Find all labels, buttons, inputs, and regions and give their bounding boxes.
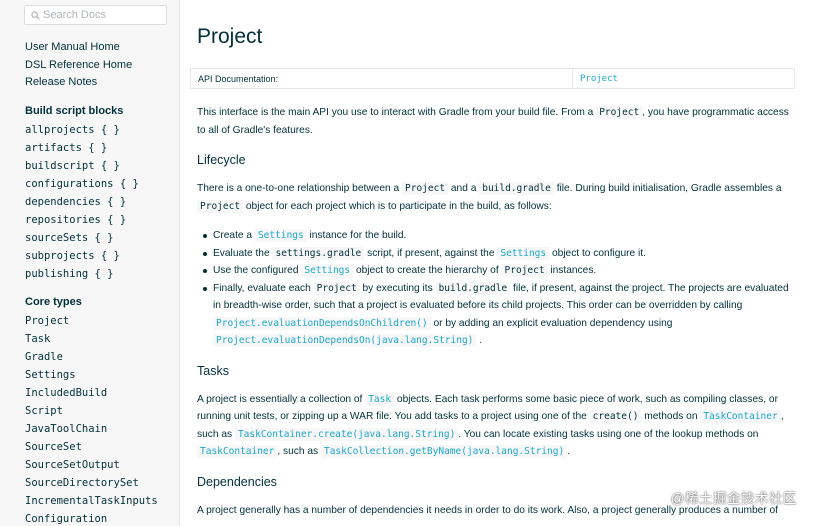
lifecycle-heading: Lifecycle [197,153,246,167]
api-doc-label: API Documentation: [190,68,573,89]
search-input[interactable] [43,7,163,23]
list-item: Use the configured Settings object to cr… [203,262,798,280]
text: file. During build initialisation, Gradl… [553,183,782,194]
sidebar-item-task[interactable]: Task [25,330,167,348]
task-container-link[interactable]: TaskContainer [700,410,781,423]
text: , such as [277,446,321,457]
page-title: Project [197,25,263,48]
task-link[interactable]: Task [365,392,395,406]
inline-code: Project [313,281,360,295]
sidebar-item-script[interactable]: Script [25,402,167,420]
lifecycle-paragraph: There is a one-to-one relationship betwe… [197,180,798,215]
inline-code: Project [197,199,244,213]
lifecycle-list: Create a Settings instance for the build… [203,227,798,350]
intro-paragraph: This interface is the main API you use t… [197,104,798,139]
tasks-heading: Tasks [197,363,229,378]
text: This interface is the main API you use t… [197,107,597,118]
inline-code: settings.gradle [272,246,365,260]
sidebar: User Manual Home DSL Reference Home Rele… [0,0,180,526]
text: script, if present, against the [364,247,498,259]
build-blocks-heading: Build script blocks [25,104,124,117]
list-item: Finally, evaluate each Project by execut… [203,280,798,350]
text: . [476,335,483,346]
nav-user-manual-home[interactable]: User Manual Home [25,39,167,57]
sidebar-item-includedbuild[interactable]: IncludedBuild [25,384,167,402]
text: A project is essentially a collection of [197,393,366,405]
text: Create a [213,230,255,241]
inline-code: create() [589,410,642,423]
core-types-list: Project Task Gradle Settings IncludedBui… [25,312,167,526]
settings-link[interactable]: Settings [497,246,550,260]
evaluation-depends-on-link[interactable]: Project.evaluationDependsOn(java.lang.St… [213,334,477,347]
sidebar-item-repositories[interactable]: repositories { } [25,211,167,229]
sidebar-item-artifacts[interactable]: artifacts { } [25,139,167,157]
main-content: Project API Documentation: Project This … [190,0,800,526]
sidebar-item-project[interactable]: Project [25,312,167,330]
sidebar-item-buildscript[interactable]: buildscript { } [25,157,167,175]
sidebar-item-dependencies[interactable]: dependencies { } [25,193,167,211]
text: and a [448,183,480,194]
task-container-create-link[interactable]: TaskContainer.create(java.lang.String) [234,427,459,441]
sidebar-item-allprojects[interactable]: allprojects { } [25,121,167,139]
evaluation-depends-on-children-link[interactable]: Project.evaluationDependsOnChildren() [213,316,431,330]
search-icon [31,11,40,20]
text: instance for the build. [306,230,407,241]
text: object to configure it. [549,247,646,259]
doc-body: This interface is the main API you use t… [190,104,800,519]
inline-code: Project [596,106,643,119]
inline-code: Project [402,182,449,195]
inline-code: build.gradle [435,281,511,295]
sidebar-item-gradle[interactable]: Gradle [25,348,167,366]
core-types-heading: Core types [25,295,82,308]
api-doc-value-cell: Project [572,68,795,89]
settings-link[interactable]: Settings [301,264,354,277]
text: Finally, evaluate each [213,282,314,294]
sidebar-item-incrementaltaskinputs[interactable]: IncrementalTaskInputs [25,492,167,510]
nav-dsl-reference-home[interactable]: DSL Reference Home [25,57,167,75]
nav-release-notes[interactable]: Release Notes [25,74,167,92]
api-doc-link[interactable]: Project [580,74,618,84]
build-blocks-list: allprojects { } artifacts { } buildscrip… [25,121,167,283]
task-container-link[interactable]: TaskContainer [197,445,278,458]
tasks-paragraph: A project is essentially a collection of… [197,391,798,461]
text: instances. [547,265,597,276]
top-nav-links: User Manual Home DSL Reference Home Rele… [25,39,167,92]
text: . [567,446,571,457]
task-collection-get-by-name-link[interactable]: TaskCollection.getByName(java.lang.Strin… [320,445,568,458]
text: object for each project which is to part… [243,200,552,212]
text: object to create the hierarchy of [353,265,502,276]
sidebar-item-sourcesets[interactable]: sourceSets { } [25,229,167,247]
text: or by adding an explicit evaluation depe… [430,317,673,329]
sidebar-item-sourcedirectoryset[interactable]: SourceDirectorySet [25,474,167,492]
sidebar-item-javatoolchain[interactable]: JavaToolChain [25,420,167,438]
sidebar-item-sourceset[interactable]: SourceSet [25,438,167,456]
list-item: Create a Settings instance for the build… [203,227,798,245]
sidebar-item-sourcesetoutput[interactable]: SourceSetOutput [25,456,167,474]
text: . You can locate existing tasks using on… [458,428,759,440]
text: There is a one-to-one relationship betwe… [197,183,403,194]
text: Use the configured [213,265,302,276]
sidebar-item-subprojects[interactable]: subprojects { } [25,247,167,265]
sidebar-item-publishing[interactable]: publishing { } [25,265,167,283]
settings-link[interactable]: Settings [254,229,307,242]
sidebar-item-configuration[interactable]: Configuration [25,510,167,526]
list-item: Evaluate the settings.gradle script, if … [203,245,798,263]
text: Evaluate the [213,247,273,259]
text: methods on [641,411,701,422]
sidebar-item-settings[interactable]: Settings [25,366,167,384]
search-box[interactable] [24,5,167,25]
inline-code: Project [501,264,548,277]
api-doc-table: API Documentation: Project [190,68,795,89]
text: by executing its [359,282,436,294]
watermark: @稀土掘金技术社区 [670,491,797,506]
inline-code: build.gradle [479,182,554,195]
sidebar-item-configurations[interactable]: configurations { } [25,175,167,193]
